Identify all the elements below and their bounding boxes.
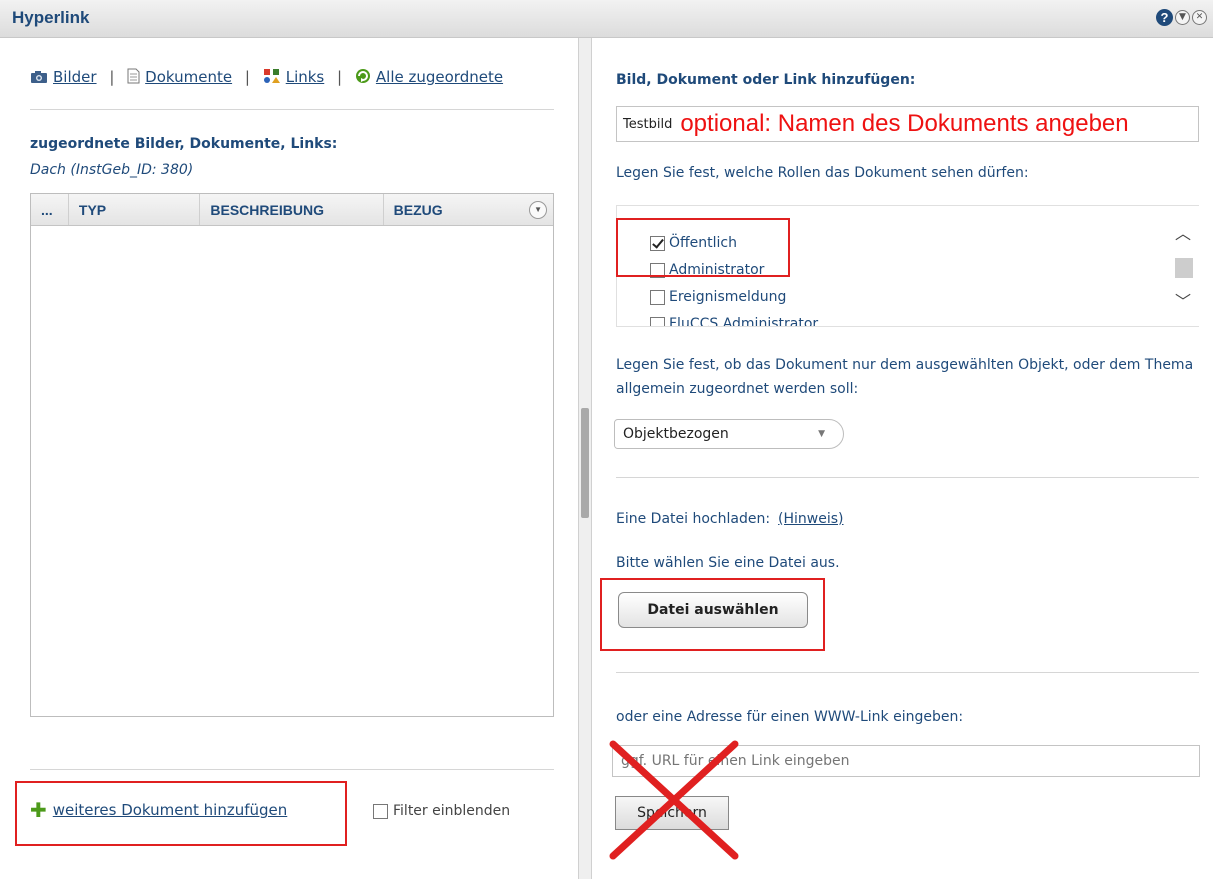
add-document-link[interactable]: weiteres Dokument hinzufügen — [53, 801, 288, 819]
role-item-fluccs-administrator[interactable]: FluCCS Administrator — [650, 316, 819, 327]
nav-alle-link[interactable]: Alle zugeordnete — [376, 68, 503, 86]
column-header-bezug[interactable]: BEZUG — [384, 194, 523, 225]
window-titlebar: Hyperlink ? ▼ ✕ — [0, 0, 1213, 38]
nav-links-link[interactable]: Links — [286, 68, 325, 86]
roles-scrollbar[interactable]: ︿ ﹀ — [1167, 206, 1199, 326]
choose-file-button[interactable]: Datei auswählen — [618, 592, 808, 628]
nav-dokumente-link[interactable]: Dokumente — [145, 68, 232, 86]
role-checkbox[interactable] — [650, 289, 665, 305]
splitter-handle[interactable] — [581, 408, 589, 518]
annotation-note: optional: Namen des Dokuments angeben — [680, 110, 1129, 137]
assigned-icon — [355, 68, 371, 88]
assigned-section-title: zugeordnete Bilder, Dokumente, Links: — [30, 136, 338, 152]
divider — [616, 477, 1199, 478]
upload-hint-link[interactable]: (Hinweis) — [778, 511, 843, 527]
pane-splitter[interactable] — [578, 38, 592, 879]
nav-bilder-link[interactable]: Bilder — [53, 68, 97, 86]
role-item-ereignismeldung[interactable]: Ereignismeldung — [650, 289, 786, 305]
choose-file-prompt: Bitte wählen Sie eine Datei aus. — [616, 555, 840, 571]
role-item-administrator[interactable]: Administrator — [650, 262, 764, 278]
role-label: FluCCS Administrator — [669, 316, 819, 327]
divider — [616, 672, 1199, 673]
role-label: Ereignismeldung — [669, 289, 787, 305]
plus-icon: ✚ — [30, 798, 47, 822]
save-button[interactable]: Speichern — [615, 796, 729, 830]
chevron-down-icon: ▼ — [818, 429, 825, 439]
help-icon[interactable]: ? — [1156, 9, 1173, 26]
assign-scope-select[interactable]: Objektbezogen ▼ — [614, 419, 844, 449]
role-item-oeffentlich[interactable]: Öffentlich — [650, 235, 737, 251]
document-icon — [127, 68, 140, 88]
assign-description: Legen Sie fest, ob das Dokument nur dem … — [616, 357, 1194, 397]
role-checkbox[interactable] — [650, 235, 665, 251]
url-label: oder eine Adresse für einen WWW-Link ein… — [616, 709, 964, 725]
add-document-action[interactable]: ✚ weiteres Dokument hinzufügen — [30, 798, 287, 822]
roles-label: Legen Sie fest, welche Rollen das Dokume… — [616, 165, 1029, 181]
role-label: Administrator — [669, 262, 765, 278]
right-pane: Bild, Dokument oder Link hinzufügen: Tes… — [592, 38, 1213, 879]
window-controls: ? ▼ ✕ — [1156, 9, 1207, 26]
scroll-thumb[interactable] — [1175, 258, 1193, 278]
object-subtitle: Dach (InstGeb_ID: 380) — [30, 162, 194, 178]
chevron-down-icon: ▼ — [529, 200, 548, 219]
role-checkbox[interactable] — [650, 262, 665, 278]
chevron-up-icon[interactable]: ︿ — [1175, 220, 1191, 244]
document-name-input[interactable]: Testbild optional: Namen des Dokuments a… — [616, 106, 1199, 142]
filter-checkbox[interactable] — [373, 803, 388, 819]
roles-list: Öffentlich Administrator Ereignismeldung… — [616, 205, 1199, 327]
grid-header: ... TYP BESCHREIBUNG BEZUG ▼ — [31, 194, 553, 226]
filter-toggle[interactable]: Filter einblenden — [373, 803, 510, 819]
add-form-title: Bild, Dokument oder Link hinzufügen: — [616, 72, 916, 88]
column-header-menu[interactable]: ... — [31, 194, 69, 225]
upload-label: Eine Datei hochladen: (Hinweis) — [616, 511, 844, 527]
nav-links: Bilder | Dokumente | Links | Alle zugeor… — [30, 68, 503, 88]
camera-icon — [30, 70, 48, 88]
divider — [30, 109, 554, 110]
collapse-icon[interactable]: ▼ — [1175, 10, 1190, 25]
left-pane: Bilder | Dokumente | Links | Alle zugeor… — [0, 38, 578, 879]
links-icon — [263, 68, 281, 88]
document-name-value: Testbild — [623, 116, 673, 132]
column-header-beschreibung[interactable]: BESCHREIBUNG — [200, 194, 384, 225]
column-header-typ[interactable]: TYP — [69, 194, 201, 225]
column-options-button[interactable]: ▼ — [523, 194, 553, 225]
url-input[interactable] — [612, 745, 1200, 777]
role-label: Öffentlich — [669, 235, 737, 251]
window-title: Hyperlink — [12, 8, 90, 27]
chevron-down-icon[interactable]: ﹀ — [1175, 288, 1191, 312]
assign-scope-value: Objektbezogen — [623, 426, 729, 442]
close-icon[interactable]: ✕ — [1192, 10, 1207, 25]
assigned-items-grid: ... TYP BESCHREIBUNG BEZUG ▼ — [30, 193, 554, 717]
role-checkbox[interactable] — [650, 316, 665, 326]
filter-label: Filter einblenden — [393, 803, 511, 819]
divider — [30, 769, 554, 770]
